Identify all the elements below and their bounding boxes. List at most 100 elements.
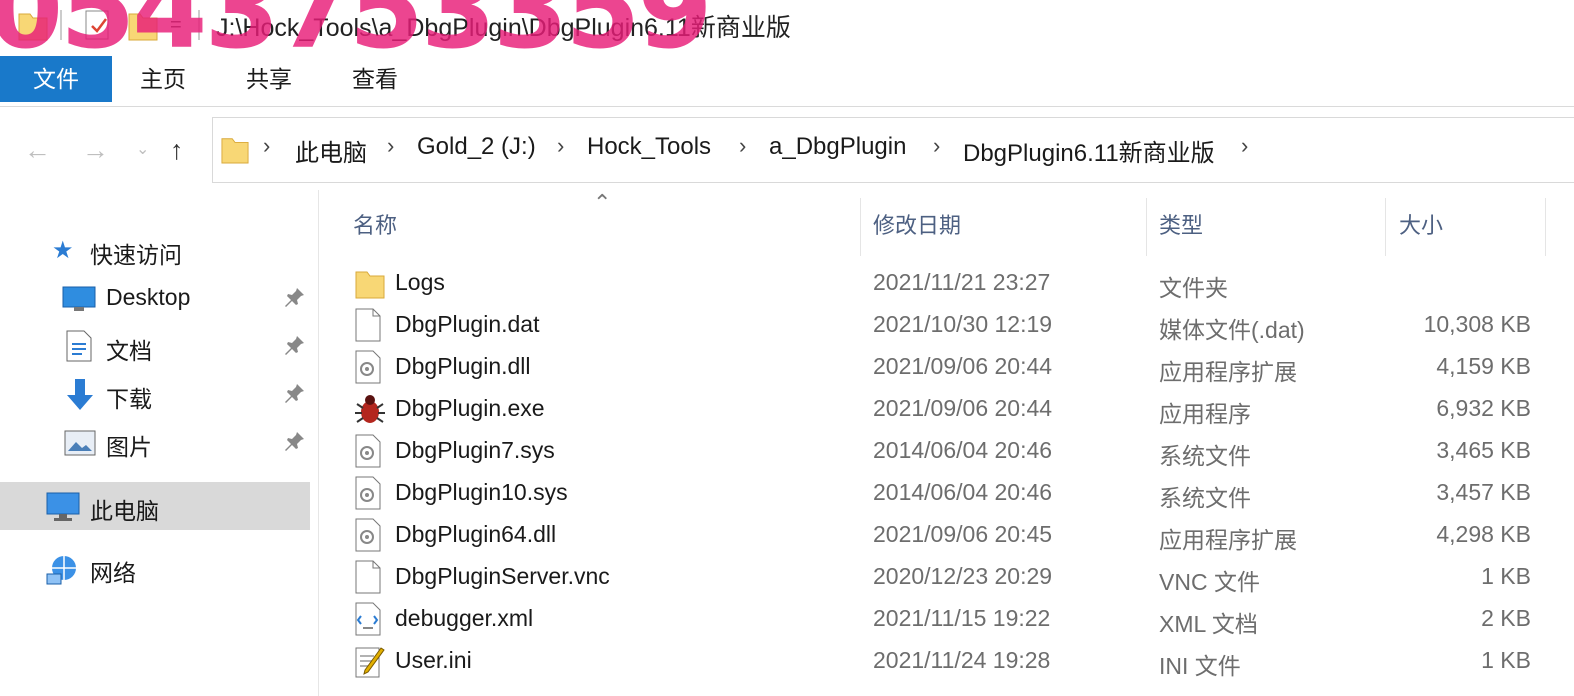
file-type: XML 文档 <box>1159 611 1258 637</box>
file-type: 应用程序扩展 <box>1159 527 1297 553</box>
breadcrumb-separator-icon[interactable]: › <box>739 133 746 159</box>
file-name: DbgPlugin10.sys <box>395 479 568 505</box>
nav-quick-access[interactable]: ★ 快速访问 <box>0 228 310 272</box>
column-divider[interactable] <box>1146 198 1147 256</box>
file-type: 系统文件 <box>1159 443 1251 469</box>
file-date: 2021/11/15 19:22 <box>873 605 1051 631</box>
file-name: DbgPlugin7.sys <box>395 437 555 463</box>
file-row[interactable]: debugger.xml 2021/11/15 19:22 XML 文档 2 K… <box>319 598 1574 640</box>
file-size: 4,298 KB <box>1436 521 1531 547</box>
address-bar[interactable]: › 此电脑 › Gold_2 (J:) › Hock_Tools › a_Dbg… <box>212 117 1574 183</box>
pin-icon[interactable] <box>284 286 306 313</box>
breadcrumb-drive[interactable]: Gold_2 (J:) <box>417 133 536 161</box>
ribbon-tabs: 文件 主页 共享 查看 <box>0 56 1574 107</box>
sort-ascending-icon: ⌃ <box>593 190 612 215</box>
tab-view[interactable]: 查看 <box>328 56 422 102</box>
file-row[interactable]: DbgPlugin.exe 2021/09/06 20:44 应用程序 6,93… <box>319 388 1574 430</box>
pin-icon[interactable] <box>284 430 306 457</box>
network-icon <box>46 554 80 591</box>
breadcrumb-separator-icon[interactable]: › <box>1241 133 1248 159</box>
xml-file-icon <box>355 602 383 636</box>
nav-item-downloads[interactable]: 下载 <box>0 372 310 416</box>
nav-item-documents[interactable]: 文档 <box>0 324 310 368</box>
column-header-name[interactable]: 名称 <box>353 208 397 240</box>
breadcrumb-separator-icon[interactable]: › <box>933 133 940 159</box>
file-date: 2021/09/06 20:44 <box>873 395 1053 421</box>
file-date: 2021/10/30 12:19 <box>873 311 1053 337</box>
tab-home[interactable]: 主页 <box>116 56 210 102</box>
file-type: 应用程序 <box>1159 401 1251 427</box>
dll-file-icon <box>355 518 383 552</box>
column-header-date[interactable]: 修改日期 <box>873 208 961 240</box>
column-divider[interactable] <box>860 198 861 256</box>
file-type: 媒体文件(.dat) <box>1159 317 1305 343</box>
file-size: 1 KB <box>1481 647 1531 673</box>
file-name: Logs <box>395 269 445 295</box>
nav-label: 此电脑 <box>90 498 159 524</box>
file-size: 3,457 KB <box>1436 479 1531 505</box>
nav-item-desktop[interactable]: Desktop <box>0 276 310 320</box>
file-row[interactable]: DbgPlugin7.sys 2014/06/04 20:46 系统文件 3,4… <box>319 430 1574 472</box>
document-icon <box>66 330 92 367</box>
column-header-type[interactable]: 类型 <box>1159 208 1203 240</box>
file-date: 2021/11/24 19:28 <box>873 647 1051 673</box>
star-icon: ★ <box>52 237 74 264</box>
pin-icon[interactable] <box>284 382 306 409</box>
breadcrumb-separator-icon[interactable]: › <box>263 133 270 159</box>
file-row[interactable]: DbgPlugin.dll 2021/09/06 20:44 应用程序扩展 4,… <box>319 346 1574 388</box>
forward-arrow-icon[interactable]: → <box>82 135 109 166</box>
file-size: 1 KB <box>1481 563 1531 589</box>
file-size: 6,932 KB <box>1436 395 1531 421</box>
file-name: DbgPlugin64.dll <box>395 521 557 547</box>
nav-label: 快速访问 <box>90 242 182 268</box>
breadcrumb-current-folder[interactable]: DbgPlugin6.11新商业版 <box>963 133 1215 168</box>
blank-file-icon <box>355 560 383 594</box>
file-row[interactable]: User.ini 2021/11/24 19:28 INI 文件 1 KB <box>319 640 1574 682</box>
file-size: 3,465 KB <box>1436 437 1531 463</box>
file-date: 2014/06/04 20:46 <box>873 479 1053 505</box>
bug-exe-icon <box>353 392 387 426</box>
folder-icon <box>355 266 385 300</box>
pictures-icon <box>64 430 96 461</box>
sys-file-icon <box>355 476 383 510</box>
breadcrumb-separator-icon[interactable]: › <box>387 133 394 159</box>
file-name: debugger.xml <box>395 605 534 631</box>
breadcrumb-a-dbgplugin[interactable]: a_DbgPlugin <box>769 133 906 161</box>
file-row[interactable]: DbgPlugin64.dll 2021/09/06 20:45 应用程序扩展 … <box>319 514 1574 556</box>
file-row[interactable]: DbgPluginServer.vnc 2020/12/23 20:29 VNC… <box>319 556 1574 598</box>
nav-item-pictures[interactable]: 图片 <box>0 420 310 464</box>
breadcrumb-separator-icon[interactable]: › <box>557 133 564 159</box>
file-row[interactable]: DbgPlugin.dat 2021/10/30 12:19 媒体文件(.dat… <box>319 304 1574 346</box>
recent-locations-chevron-icon[interactable]: ⌄ <box>136 139 149 159</box>
breadcrumb-hock-tools[interactable]: Hock_Tools <box>587 133 711 161</box>
column-divider[interactable] <box>1385 198 1386 256</box>
tab-file[interactable]: 文件 <box>0 56 112 102</box>
title-bar: = J:\Hock_Tools\a_DbgPlugin\DbgPlugin6.1… <box>0 0 1574 73</box>
back-arrow-icon[interactable]: ← <box>24 135 51 166</box>
file-row[interactable]: Logs 2021/11/21 23:27 文件夹 <box>319 262 1574 304</box>
file-row[interactable]: DbgPlugin10.sys 2014/06/04 20:46 系统文件 3,… <box>319 472 1574 514</box>
file-name: User.ini <box>395 647 472 673</box>
file-date: 2014/06/04 20:46 <box>873 437 1053 463</box>
dll-file-icon <box>355 350 383 384</box>
nav-item-this-pc[interactable]: 此电脑 <box>0 482 310 530</box>
column-header-size[interactable]: 大小 <box>1399 208 1443 240</box>
file-date: 2021/09/06 20:44 <box>873 353 1053 379</box>
nav-label: 网络 <box>90 560 136 586</box>
file-date: 2021/09/06 20:45 <box>873 521 1053 547</box>
file-type: 系统文件 <box>1159 485 1251 511</box>
file-type: 应用程序扩展 <box>1159 359 1297 385</box>
file-list: ⌃ 名称 修改日期 类型 大小 Logs 2021/11/21 23:27 文件… <box>318 190 1574 696</box>
file-date: 2021/11/21 23:27 <box>873 269 1051 295</box>
nav-label: Desktop <box>106 284 191 310</box>
file-type: VNC 文件 <box>1159 569 1260 595</box>
file-name: DbgPlugin.dat <box>395 311 540 337</box>
nav-item-network[interactable]: 网络 <box>0 546 310 590</box>
tab-share[interactable]: 共享 <box>222 56 316 102</box>
column-divider[interactable] <box>1545 198 1546 256</box>
breadcrumb-this-pc[interactable]: 此电脑 <box>295 133 367 168</box>
ini-file-icon <box>355 644 385 678</box>
up-arrow-icon[interactable]: ↑ <box>170 135 184 166</box>
pin-icon[interactable] <box>284 334 306 361</box>
blank-file-icon <box>355 308 383 342</box>
